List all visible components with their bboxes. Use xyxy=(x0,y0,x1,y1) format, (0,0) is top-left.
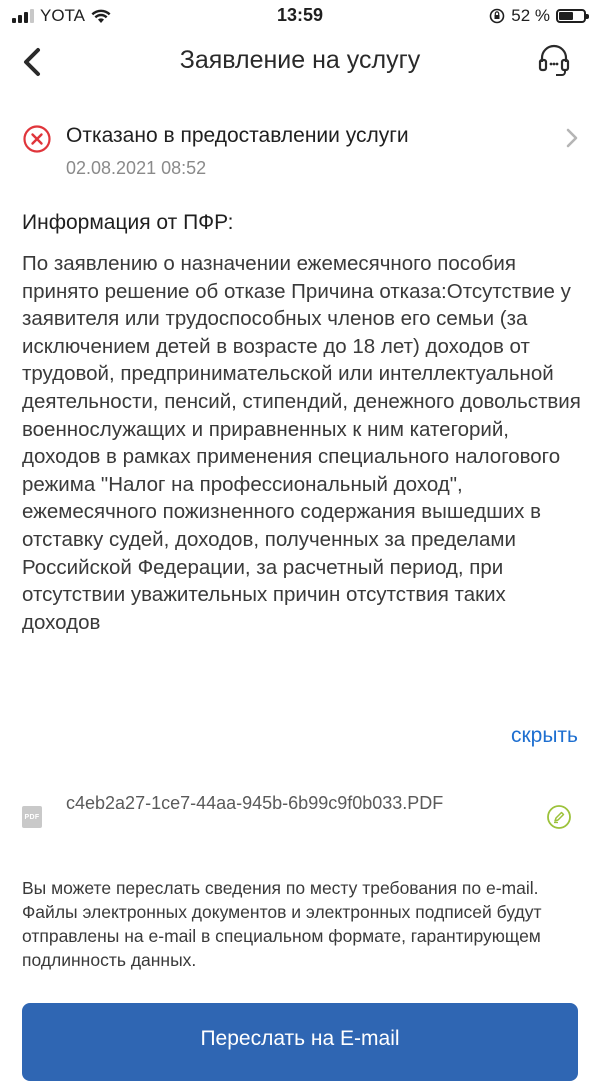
status-text: Отказано в предоставлении услуги xyxy=(66,124,409,147)
status-bar: YOTA 13:59 52 % xyxy=(0,0,600,34)
application-status-row[interactable]: Отказано в предоставлении услуги 02.08.2… xyxy=(0,116,600,186)
status-date: 02.08.2021 08:52 xyxy=(66,158,207,178)
info-body: По заявлению о назначении ежемесячного п… xyxy=(22,252,581,634)
forward-note: Вы можете переслать сведения по месту тр… xyxy=(22,878,542,970)
header: Заявление на услугу xyxy=(0,34,600,88)
page-title: Заявление на услугу xyxy=(179,46,421,74)
battery-icon xyxy=(556,9,589,23)
orientation-lock-icon xyxy=(489,8,505,24)
forward-email-button[interactable]: Переслать на E-mail xyxy=(22,1003,578,1081)
info-heading: Информация от ПФР: xyxy=(22,211,234,234)
chevron-right-icon xyxy=(566,128,578,148)
battery-percent: 52 % xyxy=(511,6,550,25)
signature-icon[interactable] xyxy=(546,804,572,830)
hide-link[interactable]: скрыть xyxy=(511,724,578,748)
status-bar-right: 52 % xyxy=(489,6,589,26)
attachment-row: PDF c4eb2a27-1ce7-44aa-945b-6b99c9f0b033… xyxy=(0,790,600,846)
support-button[interactable] xyxy=(536,42,576,82)
rejected-x-icon xyxy=(23,125,51,153)
file-name-link[interactable]: c4eb2a27-1ce7-44aa-945b-6b99c9f0b033.PDF xyxy=(66,792,526,815)
pdf-file-icon: PDF xyxy=(22,806,42,828)
headset-icon xyxy=(538,44,570,76)
